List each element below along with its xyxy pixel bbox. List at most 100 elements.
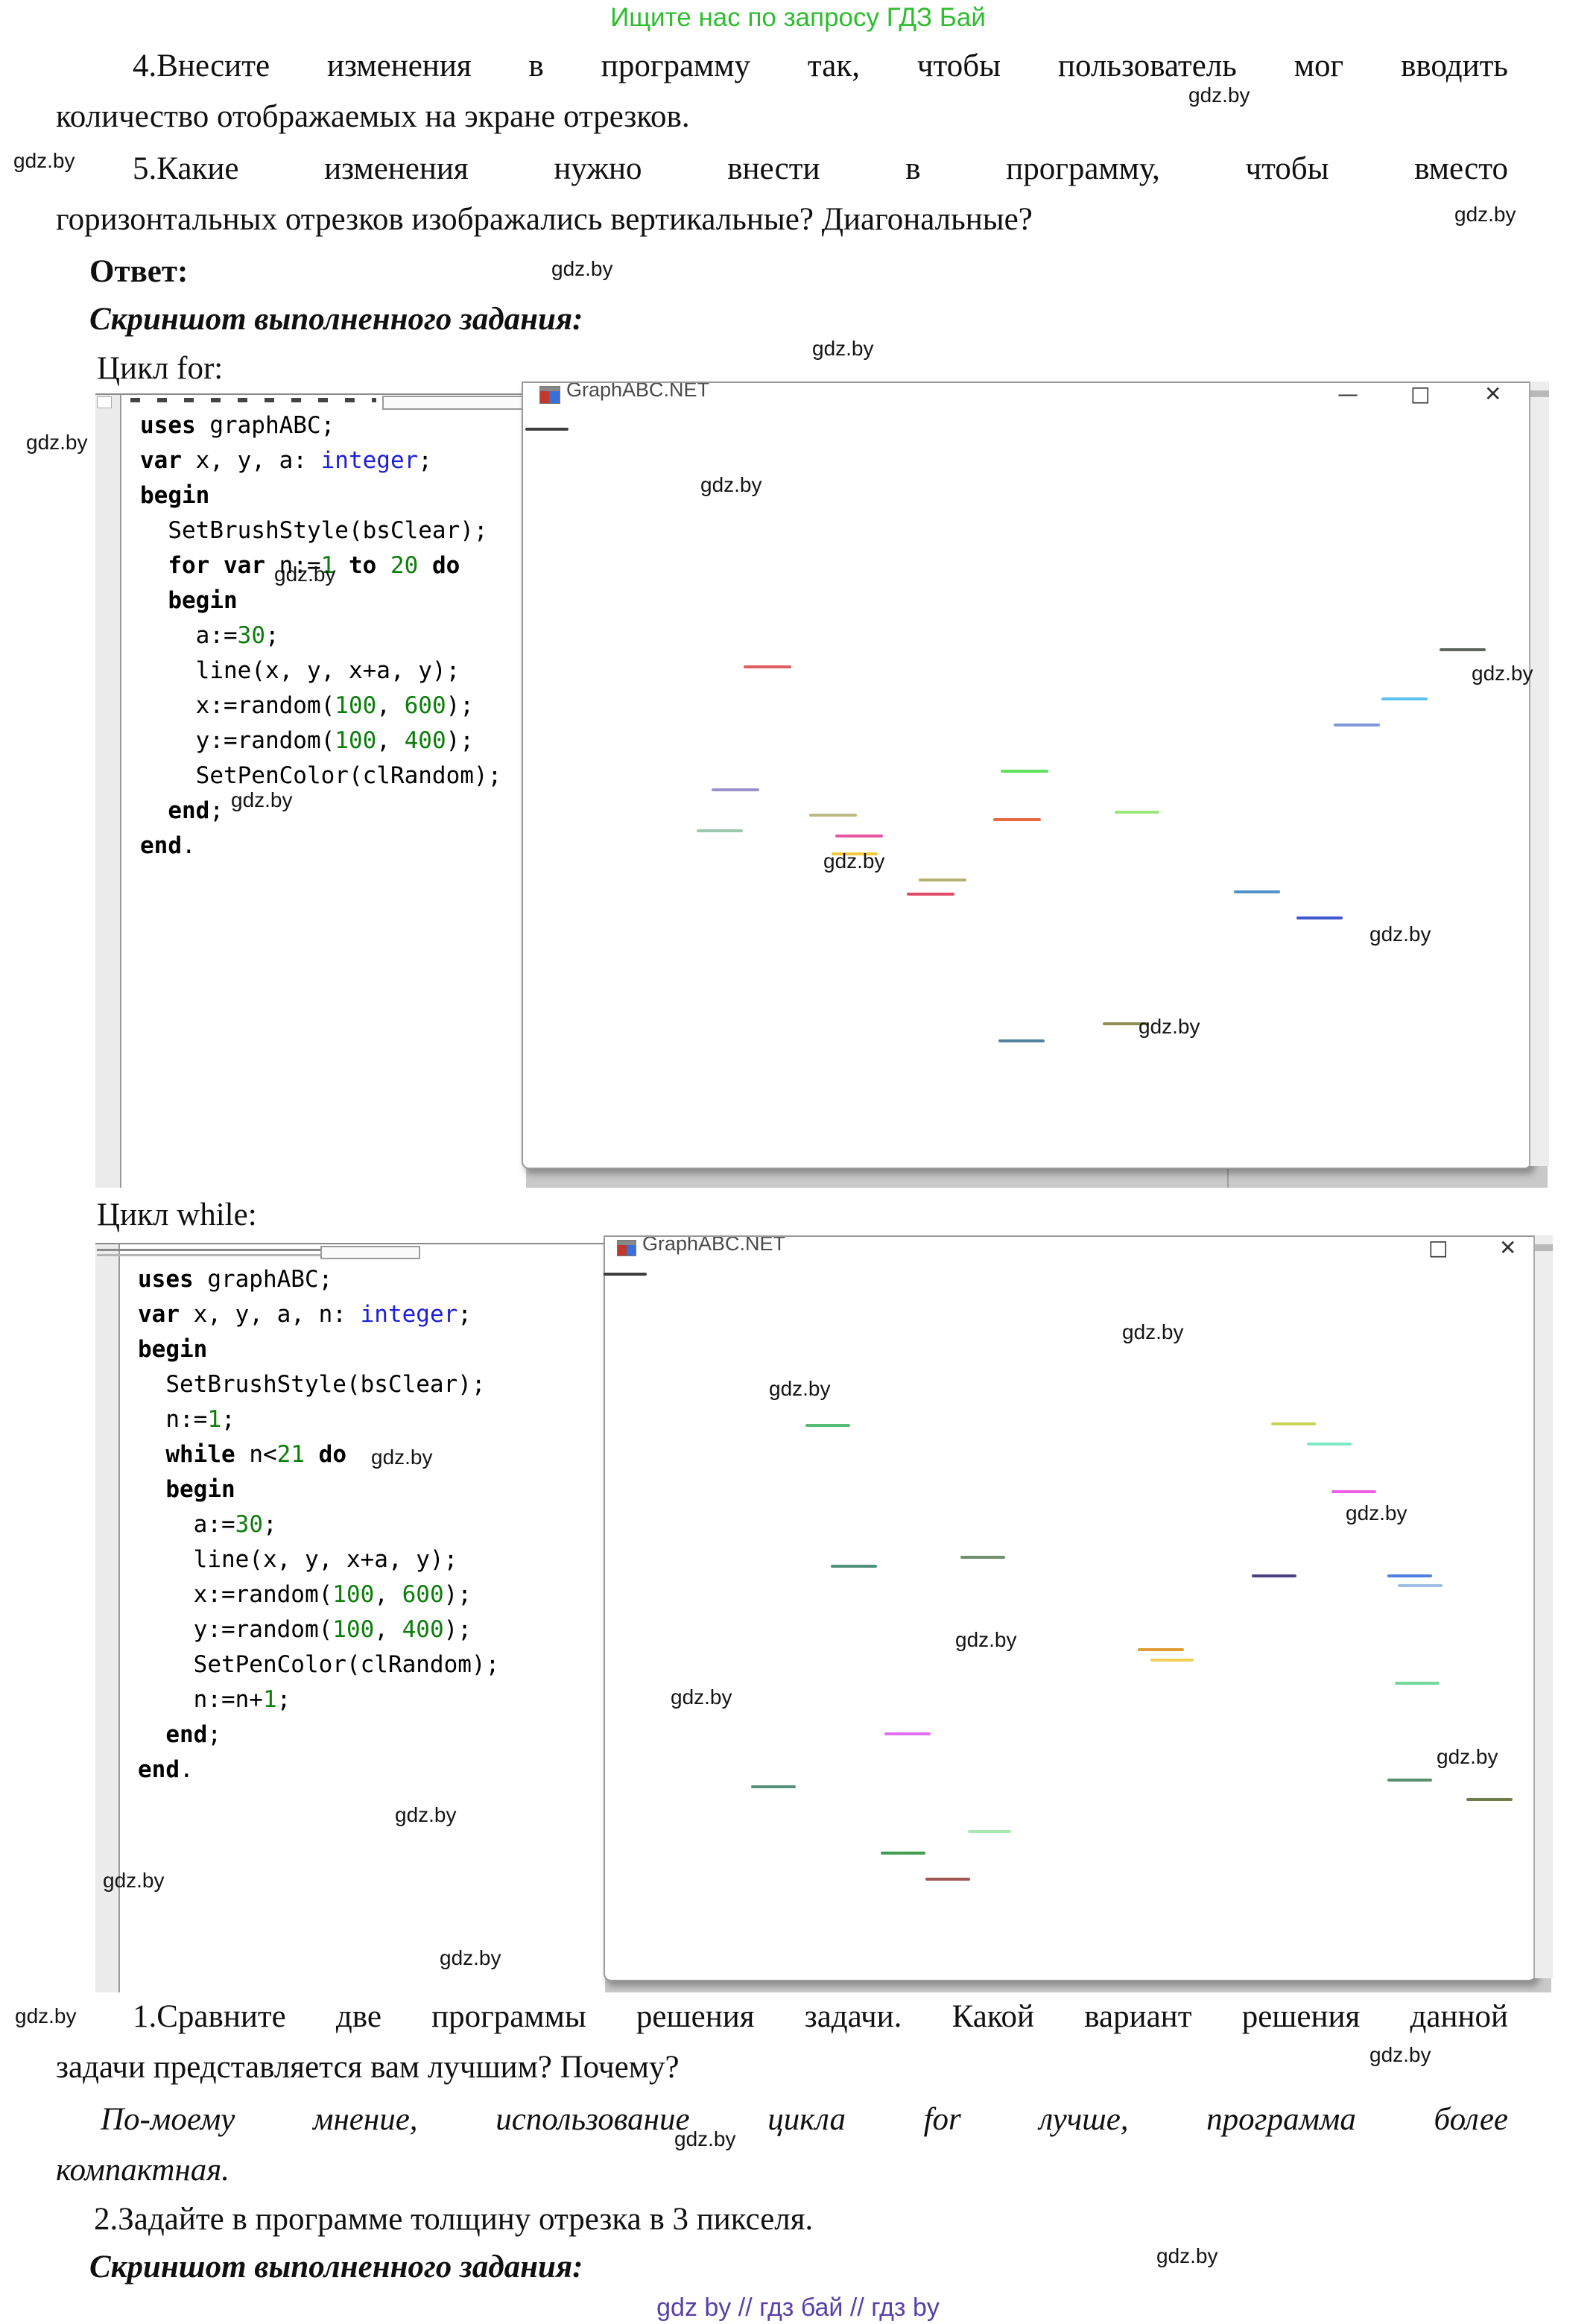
window1-titlebar: GraphABC.NET — □ ✕ <box>523 383 1530 408</box>
code-line: SetPenColor(clRandom); <box>140 759 501 794</box>
cycle-while-label: Цикл while: <box>97 1195 257 1235</box>
code-line: begin <box>138 1332 499 1367</box>
code-while-block: uses graphABC;var x, y, a, n: integer;be… <box>138 1262 499 1788</box>
gdz-watermark: gdz.by <box>671 1685 732 1709</box>
code-line: line(x, y, x+a, y); <box>138 1542 499 1577</box>
code-line: x:=random(100, 600); <box>138 1577 499 1612</box>
code-line: var x, y, a, n: integer; <box>138 1297 499 1332</box>
line-segment <box>712 788 759 791</box>
code-line: end. <box>140 829 501 864</box>
line-segment <box>1296 916 1343 919</box>
editor-gutter[interactable] <box>95 395 121 1188</box>
code-line: a:=30; <box>138 1507 499 1542</box>
code-line: uses graphABC; <box>138 1262 499 1297</box>
scrollbar-right-2[interactable] <box>1533 1235 1553 1978</box>
line-segment <box>1271 1422 1316 1425</box>
line-segment <box>925 1878 970 1881</box>
code-line: uses graphABC; <box>140 408 501 443</box>
code-line: end. <box>138 1753 499 1788</box>
answer1-line2: компактная. <box>56 2150 229 2191</box>
gdz-watermark: gdz.by <box>15 2004 77 2028</box>
code-line: end; <box>140 794 501 829</box>
line-segment <box>1387 1574 1432 1577</box>
screenshot-label-1: Скриншот выполненного задания: <box>89 300 583 340</box>
line-segment <box>604 1273 647 1276</box>
line-segment <box>993 818 1041 821</box>
minimize-icon[interactable]: — <box>1337 383 1358 406</box>
gdz-watermark: gdz.by <box>1472 662 1533 686</box>
horizontal-scrollbar[interactable] <box>320 1246 420 1259</box>
gdz-watermark: gdz.by <box>1122 1320 1184 1344</box>
code-line: begin <box>140 478 501 513</box>
code-line: y:=random(100, 400); <box>140 724 501 759</box>
scrollbar-notch <box>1530 390 1549 397</box>
gdz-watermark: gdz.by <box>440 1946 501 1970</box>
code-line: begin <box>140 583 501 618</box>
answer-label: Ответ: <box>89 252 188 292</box>
code-line: n:=1; <box>138 1402 499 1437</box>
gdz-watermark: gdz.by <box>1188 83 1250 107</box>
horizontal-rule-bar <box>97 1249 320 1256</box>
graphabc-app-icon <box>617 1240 636 1256</box>
line-segment <box>907 893 954 896</box>
line-segment <box>1307 1443 1352 1446</box>
window2-title: GraphABC.NET <box>642 1237 785 1256</box>
screenshot1-bottom-band <box>526 1166 1548 1188</box>
line-segment <box>1115 811 1159 814</box>
gdz-watermark: gdz.by <box>13 149 75 173</box>
line-segment <box>835 835 883 838</box>
line-segment <box>960 1556 1005 1559</box>
line-segment <box>1001 770 1048 773</box>
gdz-watermark: gdz.by <box>1156 2244 1218 2268</box>
gdz-watermark: gdz.by <box>26 431 88 455</box>
close-icon[interactable]: ✕ <box>1484 383 1501 406</box>
gdz-watermark: gdz.by <box>823 849 885 873</box>
line-segment <box>968 1830 1011 1833</box>
line-segment <box>1398 1584 1443 1587</box>
line-segment <box>919 878 966 881</box>
code-line: y:=random(100, 400); <box>138 1612 499 1647</box>
gdz-watermark: gdz.by <box>700 473 762 497</box>
graphabc-window-2: GraphABC.NET □ ✕ <box>604 1235 1536 1981</box>
maximize-icon[interactable]: □ <box>1410 383 1430 406</box>
window2-titlebar: GraphABC.NET □ ✕ <box>605 1237 1535 1262</box>
editor-corner-box <box>97 396 112 408</box>
graphabc-app-icon <box>539 386 560 404</box>
scrollbar-notch <box>1535 1244 1553 1251</box>
question5-line2: горизонтальных отрезков изображались вер… <box>56 200 1033 240</box>
window1-title: GraphABC.NET <box>566 383 709 402</box>
line-segment <box>831 1565 877 1568</box>
close-icon[interactable]: ✕ <box>1499 1237 1516 1260</box>
line-segment <box>1334 724 1380 726</box>
line-segment <box>805 1424 850 1427</box>
code-line: end; <box>138 1717 499 1753</box>
maximize-icon[interactable]: □ <box>1428 1237 1448 1260</box>
line-segment <box>1466 1798 1513 1801</box>
code-line: SetPenColor(clRandom); <box>138 1647 499 1682</box>
gdz-watermark: gdz.by <box>231 788 293 812</box>
code-editor-for: uses graphABC;var x, y, a: integer;begin… <box>95 393 526 1188</box>
band-seam <box>1227 1166 1229 1188</box>
code-editor-while: uses graphABC;var x, y, a, n: integer;be… <box>95 1243 605 1992</box>
gdz-watermark: gdz.by <box>1139 1015 1200 1039</box>
gdz-watermark: gdz.by <box>395 1803 457 1827</box>
question2: 2.Задайте в программе толщину отрезка в … <box>94 2200 813 2240</box>
line-segment <box>1150 1659 1194 1662</box>
question1-line2: задачи представляется вам лучшим? Почему… <box>56 2048 680 2088</box>
line-segment <box>751 1785 796 1788</box>
graphabc-window-1: GraphABC.NET — □ ✕ <box>522 381 1532 1169</box>
line-segment <box>744 665 791 668</box>
gdz-watermark: gdz.by <box>1369 2043 1431 2067</box>
promo-banner: Ищите нас по запросу ГДЗ Бай <box>0 3 1596 33</box>
gdz-watermark: gdz.by <box>1437 1745 1498 1769</box>
line-segment <box>998 1039 1045 1042</box>
gdz-watermark: gdz.by <box>274 563 336 586</box>
gdz-watermark: gdz.by <box>371 1446 433 1469</box>
line-segment <box>1387 1779 1432 1782</box>
scrollbar-right-1[interactable] <box>1529 381 1549 1166</box>
line-segment <box>697 829 743 832</box>
line-segment <box>1331 1490 1376 1493</box>
gdz-watermark: gdz.by <box>674 2127 736 2151</box>
line-segment <box>1138 1648 1184 1651</box>
answer1-line1: По-моему мнение, использование цикла for… <box>101 2100 1508 2140</box>
